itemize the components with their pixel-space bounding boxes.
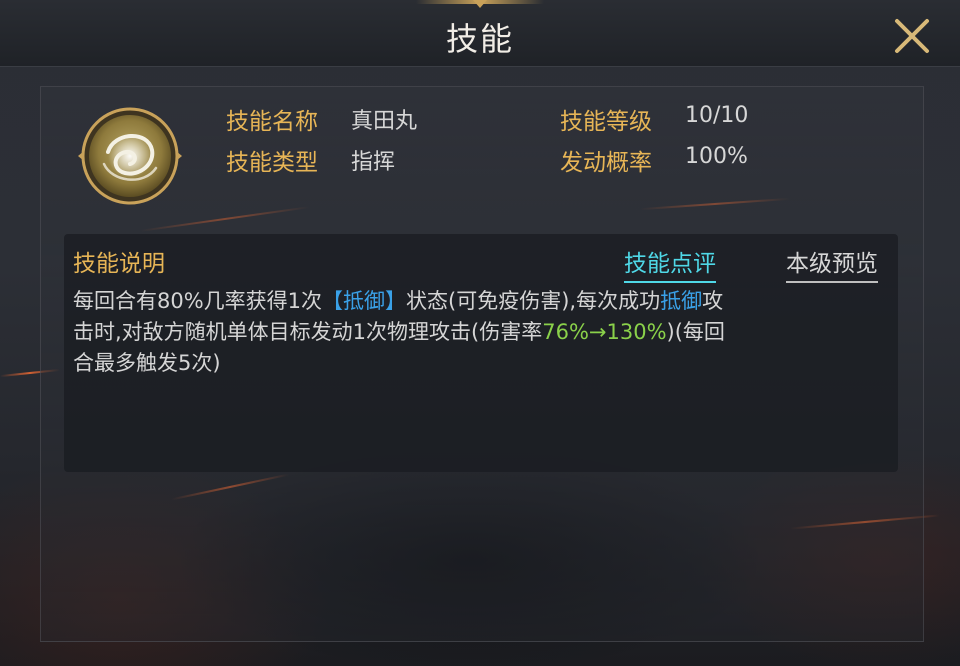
skill-name-value: 真田丸 bbox=[351, 109, 418, 134]
close-button[interactable] bbox=[890, 14, 934, 58]
description-text: 每回合有80%几率获得1次【抵御】状态(可免疫伤害),每次成功抵御攻 击时,对敌… bbox=[73, 286, 885, 379]
dialog-header: 技能 bbox=[0, 0, 960, 67]
trigger-chance-label: 发动概率 bbox=[560, 150, 652, 176]
level-preview-link[interactable]: 本级预览 bbox=[786, 244, 878, 283]
block-keyword: 抵御 bbox=[660, 289, 703, 313]
skill-name-label: 技能名称 bbox=[226, 109, 318, 135]
skill-level-label: 技能等级 bbox=[560, 109, 652, 135]
block-status-tag: 【抵御】 bbox=[322, 289, 407, 313]
description-line-2: 击时,对敌方随机单体目标发动1次物理攻击(伤害率76%→130%)(每回 bbox=[73, 320, 725, 344]
skill-review-link[interactable]: 技能点评 bbox=[624, 244, 716, 283]
description-line-1: 每回合有80%几率获得1次【抵御】状态(可免疫伤害),每次成功抵御攻 bbox=[73, 289, 724, 313]
description-line-3: 合最多触发5次) bbox=[73, 351, 221, 375]
header-ornament-tip bbox=[473, 0, 487, 8]
dialog-title: 技能 bbox=[445, 20, 514, 58]
description-title: 技能说明 bbox=[73, 251, 165, 277]
skill-type-label: 技能类型 bbox=[226, 150, 318, 176]
skill-level-value: 10/10 bbox=[685, 103, 749, 128]
trigger-chance-value: 100% bbox=[685, 144, 748, 169]
close-icon bbox=[895, 19, 929, 53]
swirl-skill-icon bbox=[78, 104, 182, 208]
damage-rate: 76%→130% bbox=[542, 320, 667, 344]
skill-type-value: 指挥 bbox=[351, 150, 396, 175]
